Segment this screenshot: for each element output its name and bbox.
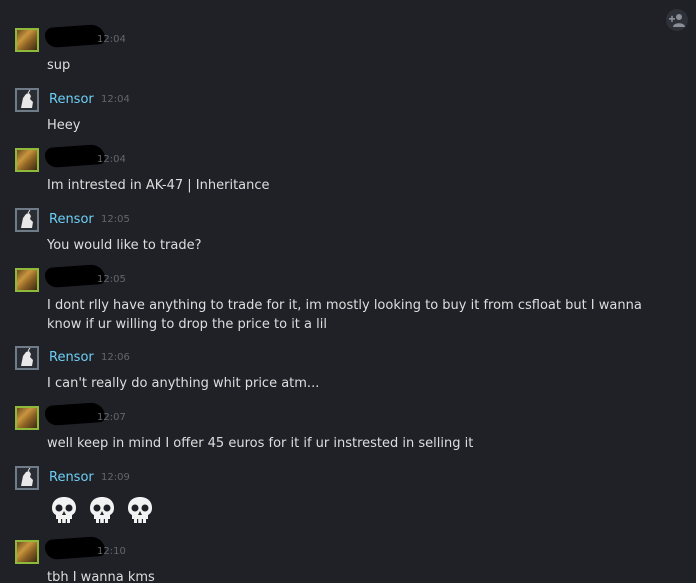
message-time: 12:04 bbox=[101, 94, 130, 105]
message-group: Rensor 12:09 bbox=[15, 466, 675, 528]
lion-avatar[interactable] bbox=[15, 148, 39, 172]
message-group: 12:07 well keep in mind I offer 45 euros… bbox=[15, 401, 675, 453]
rensor-avatar[interactable] bbox=[15, 466, 39, 490]
message-group: Rensor 12:05 You would like to trade? bbox=[15, 208, 675, 255]
message-text: well keep in mind I offer 45 euros for i… bbox=[47, 436, 474, 451]
message-text: I can't really do anything whit price at… bbox=[47, 376, 320, 391]
author-name[interactable]: Rensor bbox=[49, 212, 94, 227]
author-name[interactable]: Rensor bbox=[49, 350, 94, 365]
message-header: Rensor 12:09 bbox=[15, 466, 675, 490]
message-time: 12:05 bbox=[97, 274, 126, 285]
rensor-avatar[interactable] bbox=[15, 88, 39, 112]
lion-avatar[interactable] bbox=[15, 268, 39, 292]
skull-icon bbox=[89, 496, 115, 528]
message-time: 12:04 bbox=[97, 154, 126, 165]
message-time: 12:05 bbox=[101, 214, 130, 225]
lion-avatar[interactable] bbox=[15, 540, 39, 564]
skull-icon bbox=[51, 496, 77, 528]
message-header: Rensor 12:05 bbox=[15, 208, 675, 232]
rensor-avatar[interactable] bbox=[15, 346, 39, 370]
author-name[interactable]: Rensor bbox=[49, 470, 94, 485]
unicorn-icon bbox=[21, 209, 33, 228]
lion-avatar[interactable] bbox=[15, 406, 39, 430]
message-text: Heey bbox=[47, 118, 81, 133]
message-header: 12:04 bbox=[15, 23, 675, 52]
message-group: Rensor 12:06 I can't really do anything … bbox=[15, 346, 675, 393]
message-time: 12:09 bbox=[101, 472, 130, 483]
emoji-row bbox=[51, 496, 675, 528]
message-group: Rensor 12:04 Heey bbox=[15, 88, 675, 135]
message-group: 12:05 I dont rlly have anything to trade… bbox=[15, 263, 675, 334]
message-text: I dont rlly have anything to trade for i… bbox=[47, 298, 646, 332]
unicorn-icon bbox=[21, 89, 33, 108]
rensor-avatar[interactable] bbox=[15, 208, 39, 232]
message-group: 12:04 sup bbox=[15, 23, 675, 75]
message-time: 12:06 bbox=[101, 352, 130, 363]
message-text: Im intrested in AK-47 | Inheritance bbox=[47, 178, 270, 193]
message-time: 12:07 bbox=[97, 412, 126, 423]
unicorn-icon bbox=[21, 467, 33, 486]
message-header: 12:05 bbox=[15, 263, 675, 292]
message-header: Rensor 12:04 bbox=[15, 88, 675, 112]
message-time: 12:10 bbox=[97, 546, 126, 557]
message-text: You would like to trade? bbox=[47, 238, 202, 253]
author-name[interactable]: Rensor bbox=[49, 92, 94, 107]
message-header: 12:10 bbox=[15, 535, 675, 564]
message-header: Rensor 12:06 bbox=[15, 346, 675, 370]
message-group: 12:10 tbh I wanna kms bbox=[15, 535, 675, 583]
message-header: 12:04 bbox=[15, 143, 675, 172]
unicorn-icon bbox=[21, 347, 33, 366]
message-time: 12:04 bbox=[97, 34, 126, 45]
chat-window: 12:04 sup Rensor 12:04 Heey 12:04 Im int… bbox=[0, 0, 696, 583]
message-text: sup bbox=[47, 58, 71, 73]
message-text: tbh I wanna kms bbox=[47, 570, 155, 583]
message-group: 12:04 Im intrested in AK-47 | Inheritanc… bbox=[15, 143, 675, 195]
message-header: 12:07 bbox=[15, 401, 675, 430]
skull-icon bbox=[127, 496, 153, 528]
lion-avatar[interactable] bbox=[15, 28, 39, 52]
